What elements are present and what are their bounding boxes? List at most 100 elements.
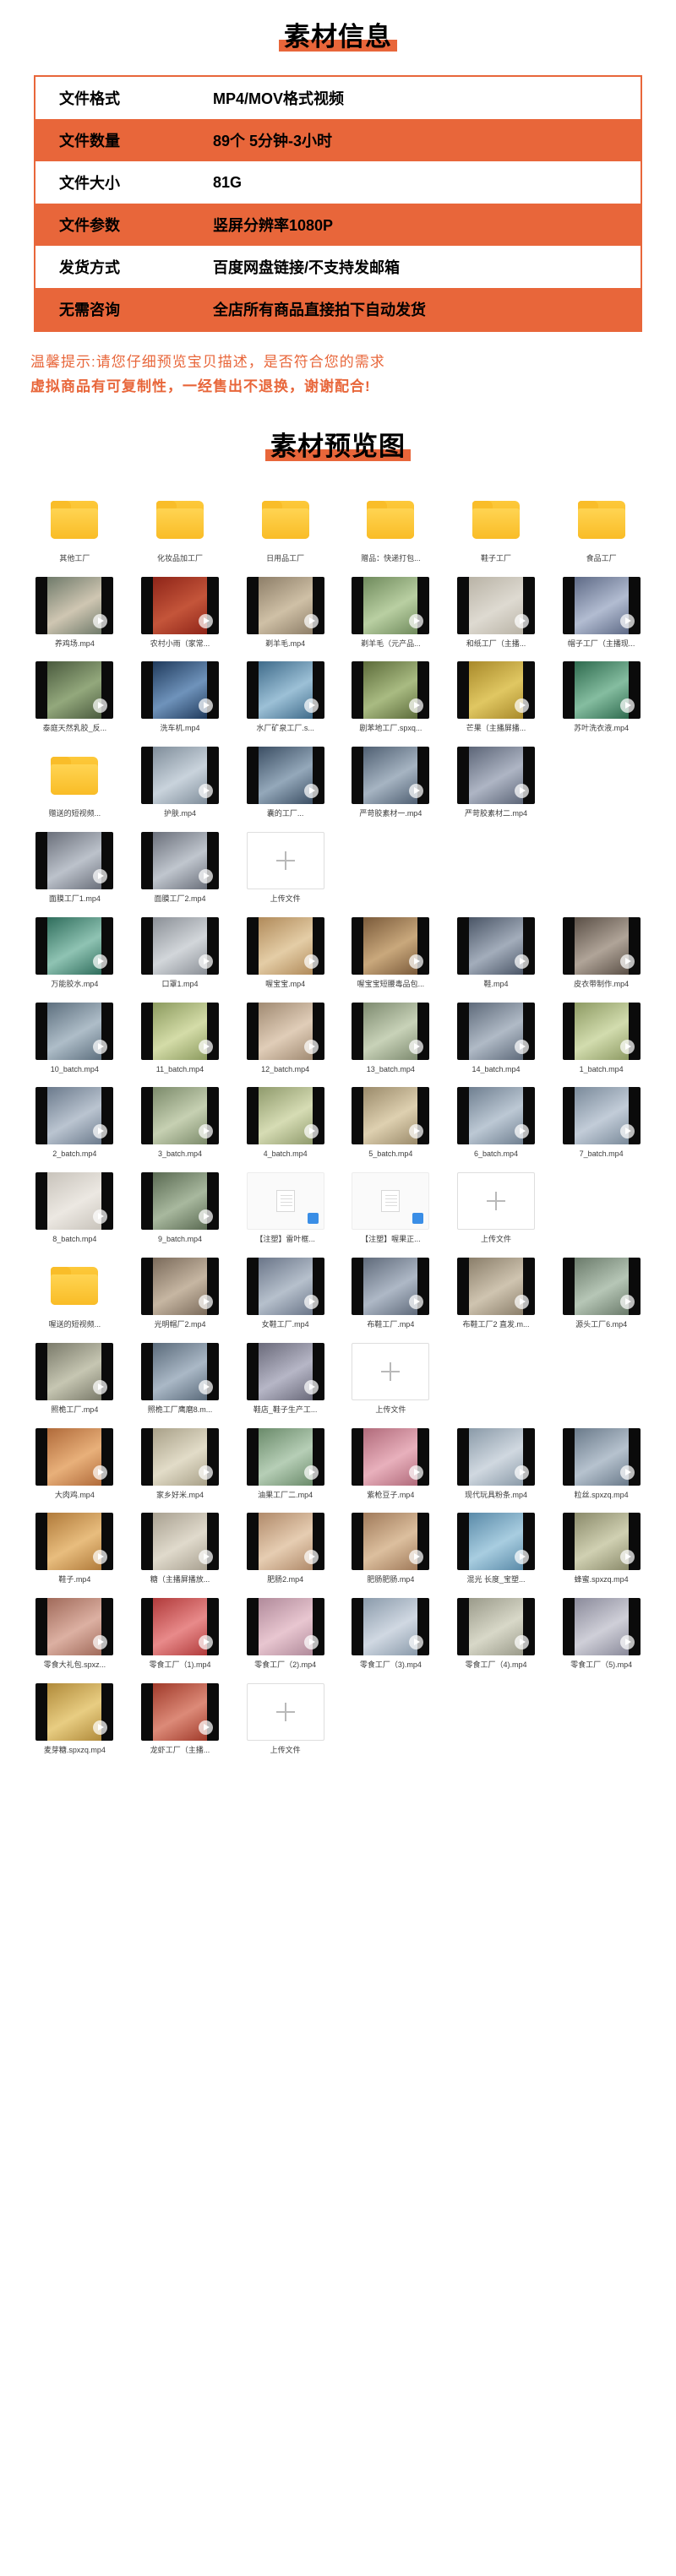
- play-icon[interactable]: [619, 1635, 635, 1650]
- video-item[interactable]: 零食工厂（5).mp4: [550, 1591, 652, 1671]
- video-thumbnail[interactable]: [456, 1513, 535, 1571]
- folder-thumbnail[interactable]: [35, 492, 113, 549]
- play-icon[interactable]: [198, 954, 213, 969]
- video-thumbnail[interactable]: [35, 1087, 114, 1145]
- video-thumbnail[interactable]: [562, 1598, 641, 1656]
- video-thumbnail[interactable]: [456, 1598, 535, 1656]
- video-thumbnail[interactable]: [456, 1427, 535, 1486]
- play-icon[interactable]: [93, 1379, 108, 1394]
- play-icon[interactable]: [409, 698, 424, 714]
- play-icon[interactable]: [619, 1465, 635, 1480]
- add-placeholder[interactable]: [246, 831, 324, 889]
- video-item[interactable]: 农村小雨（家常...: [129, 570, 232, 650]
- video-item[interactable]: 零食工厂（4).mp4: [445, 1591, 548, 1671]
- video-thumbnail[interactable]: [246, 1087, 324, 1145]
- video-thumbnail[interactable]: [562, 1002, 641, 1060]
- video-thumbnail[interactable]: [246, 1598, 324, 1656]
- document-thumbnail[interactable]: [246, 1172, 324, 1231]
- video-thumbnail[interactable]: [140, 1598, 219, 1656]
- add-placeholder[interactable]: [246, 1682, 324, 1741]
- video-item[interactable]: 鞋.mp4: [445, 910, 548, 991]
- play-icon[interactable]: [93, 1550, 108, 1565]
- folder-thumbnail[interactable]: [457, 492, 535, 549]
- play-icon[interactable]: [409, 1550, 424, 1565]
- play-icon[interactable]: [93, 1209, 108, 1225]
- play-icon[interactable]: [619, 613, 635, 628]
- play-icon[interactable]: [514, 1294, 529, 1309]
- video-thumbnail[interactable]: [352, 1087, 430, 1145]
- video-thumbnail[interactable]: [140, 1513, 219, 1571]
- video-thumbnail[interactable]: [35, 831, 114, 889]
- video-item[interactable]: 剃羊毛.mp4: [234, 570, 336, 650]
- play-icon[interactable]: [514, 784, 529, 799]
- play-icon[interactable]: [514, 1635, 529, 1650]
- play-icon[interactable]: [303, 1465, 319, 1480]
- video-item[interactable]: 油果工厂二.mp4: [234, 1421, 336, 1502]
- video-thumbnail[interactable]: [352, 1598, 430, 1656]
- play-icon[interactable]: [514, 954, 529, 969]
- play-icon[interactable]: [198, 1379, 213, 1394]
- video-item[interactable]: 水厂矿泉工厂.s...: [234, 655, 336, 735]
- video-thumbnail[interactable]: [140, 831, 219, 889]
- video-item[interactable]: 照桅工厂.mp4: [24, 1336, 126, 1416]
- upload-file-button[interactable]: 上传文件: [445, 1166, 548, 1246]
- video-item[interactable]: 照桅工厂鹰磨8.m...: [129, 1336, 232, 1416]
- video-thumbnail[interactable]: [35, 576, 114, 634]
- video-thumbnail[interactable]: [35, 661, 114, 720]
- play-icon[interactable]: [198, 613, 213, 628]
- video-item[interactable]: 9_batch.mp4: [129, 1166, 232, 1246]
- play-icon[interactable]: [514, 1124, 529, 1139]
- video-item[interactable]: 4_batch.mp4: [234, 1080, 336, 1160]
- play-icon[interactable]: [303, 784, 319, 799]
- folder-thumbnail[interactable]: [35, 1258, 113, 1315]
- add-placeholder[interactable]: [352, 1342, 430, 1400]
- play-icon[interactable]: [409, 1465, 424, 1480]
- video-thumbnail[interactable]: [562, 576, 641, 634]
- video-item[interactable]: 紫枪豆子.mp4: [340, 1421, 442, 1502]
- video-item[interactable]: 面膜工厂1.mp4: [24, 825, 126, 905]
- video-thumbnail[interactable]: [246, 661, 324, 720]
- play-icon[interactable]: [303, 698, 319, 714]
- folder-item[interactable]: 鞋子工厂: [445, 485, 548, 565]
- video-thumbnail[interactable]: [140, 1342, 219, 1400]
- video-item[interactable]: 零食工厂（1).mp4: [129, 1591, 232, 1671]
- video-thumbnail[interactable]: [352, 747, 430, 805]
- folder-thumbnail[interactable]: [247, 492, 324, 549]
- upload-file-button[interactable]: 上传文件: [234, 1677, 336, 1757]
- video-item[interactable]: 洗车机.mp4: [129, 655, 232, 735]
- add-placeholder[interactable]: [456, 1172, 535, 1231]
- video-item[interactable]: 肥肠2.mp4: [234, 1506, 336, 1586]
- play-icon[interactable]: [514, 613, 529, 628]
- video-item[interactable]: 女鞋工厂.mp4: [234, 1251, 336, 1331]
- video-thumbnail[interactable]: [140, 1682, 219, 1741]
- folder-item[interactable]: 日用品工厂: [234, 485, 336, 565]
- folder-thumbnail[interactable]: [352, 492, 429, 549]
- video-item[interactable]: 面膜工厂2.mp4: [129, 825, 232, 905]
- document-item[interactable]: 【注塑】雷叶框...: [234, 1166, 336, 1246]
- video-item[interactable]: 12_batch.mp4: [234, 996, 336, 1076]
- document-thumbnail[interactable]: [352, 1172, 430, 1231]
- video-item[interactable]: 2_batch.mp4: [24, 1080, 126, 1160]
- video-thumbnail[interactable]: [140, 661, 219, 720]
- video-thumbnail[interactable]: [352, 916, 430, 975]
- video-item[interactable]: 光明帽厂2.mp4: [129, 1251, 232, 1331]
- video-item[interactable]: 家乡好米.mp4: [129, 1421, 232, 1502]
- video-thumbnail[interactable]: [456, 1002, 535, 1060]
- video-thumbnail[interactable]: [562, 1087, 641, 1145]
- video-item[interactable]: 蜂蜜.spxzq.mp4: [550, 1506, 652, 1586]
- video-thumbnail[interactable]: [140, 916, 219, 975]
- video-thumbnail[interactable]: [562, 1427, 641, 1486]
- video-thumbnail[interactable]: [35, 1342, 114, 1400]
- play-icon[interactable]: [93, 613, 108, 628]
- video-thumbnail[interactable]: [562, 916, 641, 975]
- video-item[interactable]: 肥肠肥肠.mp4: [340, 1506, 442, 1586]
- video-thumbnail[interactable]: [352, 1427, 430, 1486]
- video-item[interactable]: 10_batch.mp4: [24, 996, 126, 1076]
- video-thumbnail[interactable]: [246, 1513, 324, 1571]
- video-thumbnail[interactable]: [35, 1427, 114, 1486]
- video-item[interactable]: 口罩1.mp4: [129, 910, 232, 991]
- video-item[interactable]: 1_batch.mp4: [550, 996, 652, 1076]
- video-thumbnail[interactable]: [35, 916, 114, 975]
- folder-item[interactable]: 食品工厂: [550, 485, 652, 565]
- video-thumbnail[interactable]: [35, 1682, 114, 1741]
